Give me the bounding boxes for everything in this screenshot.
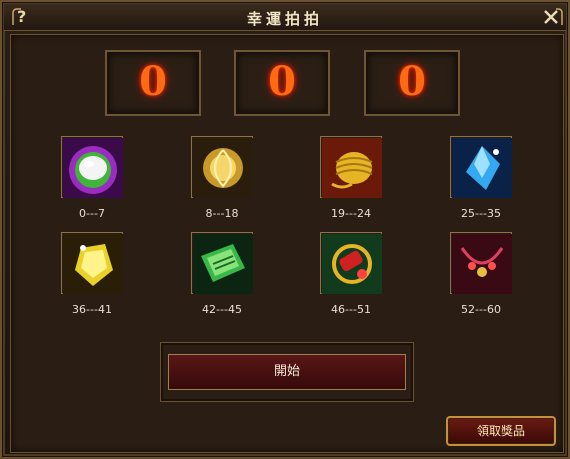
slot-digit-3: 0 — [364, 50, 460, 116]
blue-crystal-icon — [452, 138, 512, 198]
prize-range-label: 36---41 — [72, 303, 112, 316]
prize-item-7[interactable] — [320, 232, 382, 294]
yellow-gem-icon — [63, 234, 123, 294]
lucky-draw-window: ? 幸運拍拍 0 0 0 0---7 8---18 19---24 25---3… — [0, 0, 570, 459]
slot-digit-value: 0 — [268, 58, 296, 105]
prize-range-label: 25---35 — [461, 207, 501, 220]
prize-item-3[interactable] — [320, 136, 382, 198]
slot-digit-value: 0 — [139, 58, 167, 105]
claim-prize-button[interactable]: 領取獎品 — [446, 416, 556, 446]
gold-coil-icon — [322, 138, 382, 198]
slot-digit-2: 0 — [234, 50, 330, 116]
prize-item-1[interactable] — [61, 136, 123, 198]
window-title: 幸運拍拍 — [246, 10, 323, 28]
golden-orb-icon — [193, 138, 253, 198]
prize-item-8[interactable] — [450, 232, 512, 294]
prize-item-6[interactable] — [191, 232, 253, 294]
prize-item-5[interactable] — [61, 232, 123, 294]
red-bracelet-icon — [322, 234, 382, 294]
slot-digit-value: 0 — [398, 58, 426, 105]
close-x-icon — [544, 8, 563, 25]
close-button[interactable] — [538, 7, 564, 27]
slot-digit-1: 0 — [105, 50, 201, 116]
prize-item-2[interactable] — [191, 136, 253, 198]
prize-range-label: 52---60 — [461, 303, 501, 316]
green-scroll-icon — [193, 234, 253, 294]
prize-range-label: 19---24 — [331, 207, 371, 220]
prize-item-4[interactable] — [450, 136, 512, 198]
white-gem-icon — [63, 138, 123, 198]
prize-range-label: 0---7 — [79, 207, 105, 220]
red-necklace-icon — [452, 234, 512, 294]
prize-range-label: 8---18 — [205, 207, 239, 220]
prize-range-label: 46---51 — [331, 303, 371, 316]
prize-range-label: 42---45 — [202, 303, 242, 316]
start-button[interactable]: 開始 — [168, 354, 406, 390]
title-bar: ? 幸運拍拍 — [4, 4, 566, 31]
